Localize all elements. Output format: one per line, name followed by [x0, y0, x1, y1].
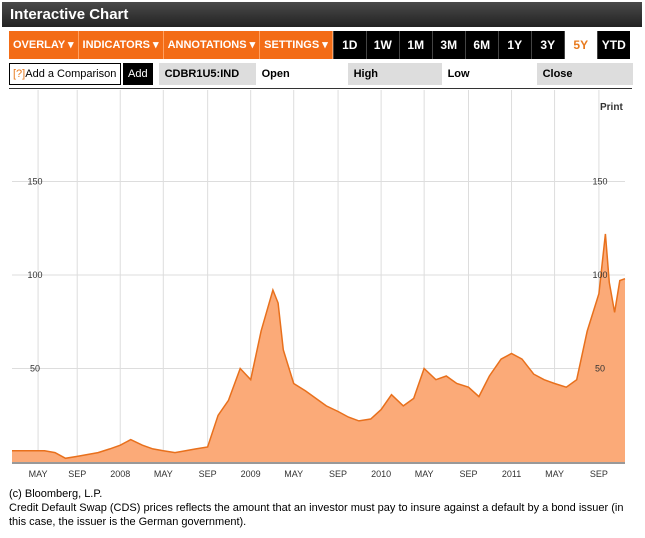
x-tick-label: 2009 — [241, 469, 261, 479]
high-label: High — [347, 63, 442, 85]
settings-menu[interactable]: SETTINGS ▾ — [260, 31, 333, 59]
open-label: Open — [255, 63, 348, 85]
divider — [9, 88, 632, 89]
range-1w[interactable]: 1W — [365, 31, 399, 59]
x-tick-label: 2010 — [371, 469, 391, 479]
toolbar: OVERLAY ▾ INDICATORS ▾ ANNOTATIONS ▾ SET… — [9, 31, 630, 59]
comparison-bar: [?]Add a Comparison Add CDBR1U5:IND Open… — [9, 63, 633, 85]
area-fill — [12, 233, 625, 462]
x-tick-label: 2008 — [110, 469, 130, 479]
help-icon[interactable]: [?] — [13, 68, 25, 80]
x-tick-label: MAY — [284, 469, 303, 479]
range-1m[interactable]: 1M — [398, 31, 432, 59]
range-6m[interactable]: 6M — [464, 31, 498, 59]
range-ytd[interactable]: YTD — [596, 31, 630, 59]
ticker-label: CDBR1U5:IND — [158, 63, 256, 85]
range-3y[interactable]: 3Y — [530, 31, 564, 59]
y-tick-label: 50 — [30, 364, 40, 374]
comparison-label: Add a Comparison — [25, 68, 117, 80]
x-tick-label: MAY — [29, 469, 48, 479]
y-tick-label: 150 — [592, 177, 607, 187]
close-label: Close — [536, 63, 633, 85]
range-1y[interactable]: 1Y — [497, 31, 531, 59]
low-label: Low — [441, 63, 537, 85]
add-button[interactable]: Add — [123, 63, 153, 85]
annotations-menu[interactable]: ANNOTATIONS ▾ — [163, 31, 261, 59]
x-tick-label: 2011 — [502, 469, 521, 479]
description: Credit Default Swap (CDS) prices reflect… — [9, 502, 624, 528]
range-1d[interactable]: 1D — [332, 31, 366, 59]
x-tick-label: SEP — [459, 469, 477, 479]
indicators-menu[interactable]: INDICATORS ▾ — [78, 31, 164, 59]
chart: MAY SEP 2008 MAY SEP 2009 MAY SEP 2010 MAY SEP 2011… — [12, 90, 626, 479]
footer: (c) Bloomberg, L.P. Credit Default Swap … — [9, 487, 629, 529]
y-tick-label: 150 — [27, 177, 42, 187]
overlay-menu[interactable]: OVERLAY ▾ — [9, 31, 79, 59]
comparison-input[interactable]: [?]Add a Comparison — [9, 63, 121, 85]
range-5y[interactable]: 5Y — [563, 31, 597, 59]
y-tick-label: 100 — [27, 270, 42, 280]
x-tick-label: SEP — [329, 469, 347, 479]
y-tick-label: 100 — [592, 270, 607, 280]
window-title: Interactive Chart — [2, 2, 642, 27]
x-tick-label: MAY — [154, 469, 173, 479]
x-tick-label: SEP — [68, 469, 86, 479]
y-tick-label: 50 — [595, 364, 605, 374]
x-tick-label: SEP — [590, 469, 608, 479]
print-link[interactable]: Print — [600, 102, 623, 113]
range-3m[interactable]: 3M — [431, 31, 465, 59]
x-tick-label: SEP — [199, 469, 217, 479]
x-tick-label: MAY — [545, 469, 564, 479]
x-tick-label: MAY — [415, 469, 434, 479]
copyright: (c) Bloomberg, L.P. — [9, 488, 103, 500]
